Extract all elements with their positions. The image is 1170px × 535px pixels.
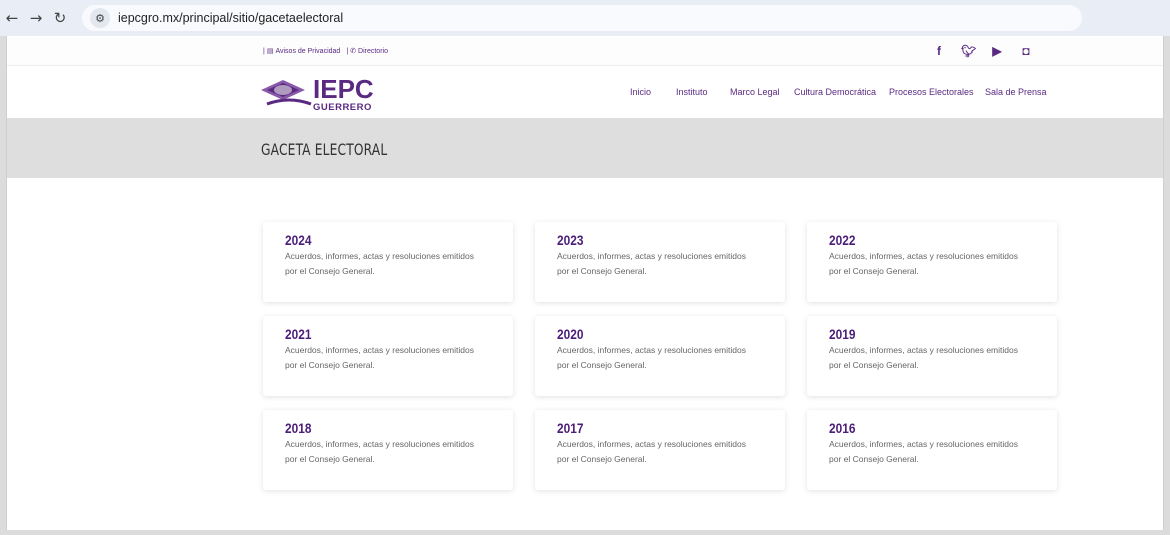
instagram-icon[interactable]: ◘	[1019, 44, 1033, 58]
card-description: Acuerdos, informes, actas y resoluciones…	[829, 345, 1018, 370]
card-year: 2020	[557, 326, 584, 342]
menu-instituto[interactable]: Instituto	[676, 87, 730, 97]
card-description: Acuerdos, informes, actas y resoluciones…	[285, 345, 474, 370]
youtube-icon[interactable]: ▶	[990, 44, 1004, 58]
card-description: Acuerdos, informes, actas y resoluciones…	[557, 345, 746, 370]
gazette-card-2019[interactable]: 2019 Acuerdos, informes, actas y resoluc…	[807, 316, 1057, 396]
facebook-icon[interactable]: f	[932, 44, 946, 58]
site-header: IEPC GUERRERO Inicio Instituto Marco Leg…	[7, 66, 1163, 118]
menu-inicio[interactable]: Inicio	[630, 87, 676, 97]
social-links: f 🐦︎ ▶ ◘	[932, 44, 1033, 58]
card-description: Acuerdos, informes, actas y resoluciones…	[285, 439, 474, 464]
back-icon[interactable]: ←	[0, 6, 24, 30]
directory-label: Directorio	[358, 47, 388, 55]
forward-icon[interactable]: →	[24, 6, 48, 30]
card-description: Acuerdos, informes, actas y resoluciones…	[557, 439, 746, 464]
logo-subtitle: GUERRERO	[313, 102, 372, 113]
privacy-link[interactable]: | ▤ Avisos de Privacidad	[263, 47, 341, 56]
card-description: Acuerdos, informes, actas y resoluciones…	[285, 251, 474, 276]
reload-icon[interactable]: ↻	[48, 6, 72, 30]
site-settings-icon[interactable]: ⚙	[90, 8, 110, 28]
menu-marco-legal[interactable]: Marco Legal	[730, 87, 794, 97]
gazette-card-2018[interactable]: 2018 Acuerdos, informes, actas y resoluc…	[263, 410, 513, 490]
gazette-card-2022[interactable]: 2022 Acuerdos, informes, actas y resoluc…	[807, 222, 1057, 302]
address-bar[interactable]: ⚙ iepcgro.mx/principal/sitio/gacetaelect…	[82, 5, 1082, 31]
card-description: Acuerdos, informes, actas y resoluciones…	[829, 251, 1018, 276]
card-year: 2024	[285, 232, 312, 248]
document-icon: ▤	[266, 48, 274, 55]
webpage: | ▤ Avisos de Privacidad | ✆ Directorio f 🐦︎…	[6, 0, 1164, 530]
privacy-label: Avisos de Privacidad	[275, 47, 341, 55]
card-description: Acuerdos, informes, actas y resoluciones…	[557, 251, 746, 276]
menu-cultura-democratica[interactable]: Cultura Democrática	[794, 87, 889, 97]
card-year: 2019	[829, 326, 856, 342]
menu-procesos-electorales[interactable]: Procesos Electorales	[889, 87, 985, 97]
directory-link[interactable]: | ✆ Directorio	[346, 47, 388, 56]
card-year: 2017	[557, 420, 584, 436]
url-text: iepcgro.mx/principal/sitio/gacetaelector…	[118, 11, 344, 25]
card-year: 2023	[557, 232, 584, 248]
main-menu: Inicio Instituto Marco Legal Cultura Dem…	[630, 87, 1055, 97]
card-year: 2016	[829, 420, 856, 436]
twitter-icon[interactable]: 🐦︎	[961, 44, 976, 58]
card-year: 2021	[285, 326, 312, 342]
page-title: GACETA ELECTORAL	[261, 140, 388, 159]
gazette-card-2024[interactable]: 2024 Acuerdos, informes, actas y resoluc…	[263, 222, 513, 302]
card-description: Acuerdos, informes, actas y resoluciones…	[829, 439, 1018, 464]
logo-title: IEPC	[313, 74, 374, 104]
phone-icon: ✆	[350, 48, 357, 55]
card-year: 2018	[285, 420, 312, 436]
utility-bar: | ▤ Avisos de Privacidad | ✆ Directorio f 🐦︎…	[7, 38, 1163, 66]
browser-toolbar: ← → ↻ ⚙ iepcgro.mx/principal/sitio/gacet…	[0, 0, 1170, 36]
menu-sala-de-prensa[interactable]: Sala de Prensa	[985, 87, 1055, 97]
gazette-card-2020[interactable]: 2020 Acuerdos, informes, actas y resoluc…	[535, 316, 785, 396]
gazette-card-2016[interactable]: 2016 Acuerdos, informes, actas y resoluc…	[807, 410, 1057, 490]
page-title-band: GACETA ELECTORAL	[7, 118, 1163, 178]
gazette-card-2023[interactable]: 2023 Acuerdos, informes, actas y resoluc…	[535, 222, 785, 302]
card-year: 2022	[829, 232, 856, 248]
gazette-card-2021[interactable]: 2021 Acuerdos, informes, actas y resoluc…	[263, 316, 513, 396]
gazette-card-2017[interactable]: 2017 Acuerdos, informes, actas y resoluc…	[535, 410, 785, 490]
